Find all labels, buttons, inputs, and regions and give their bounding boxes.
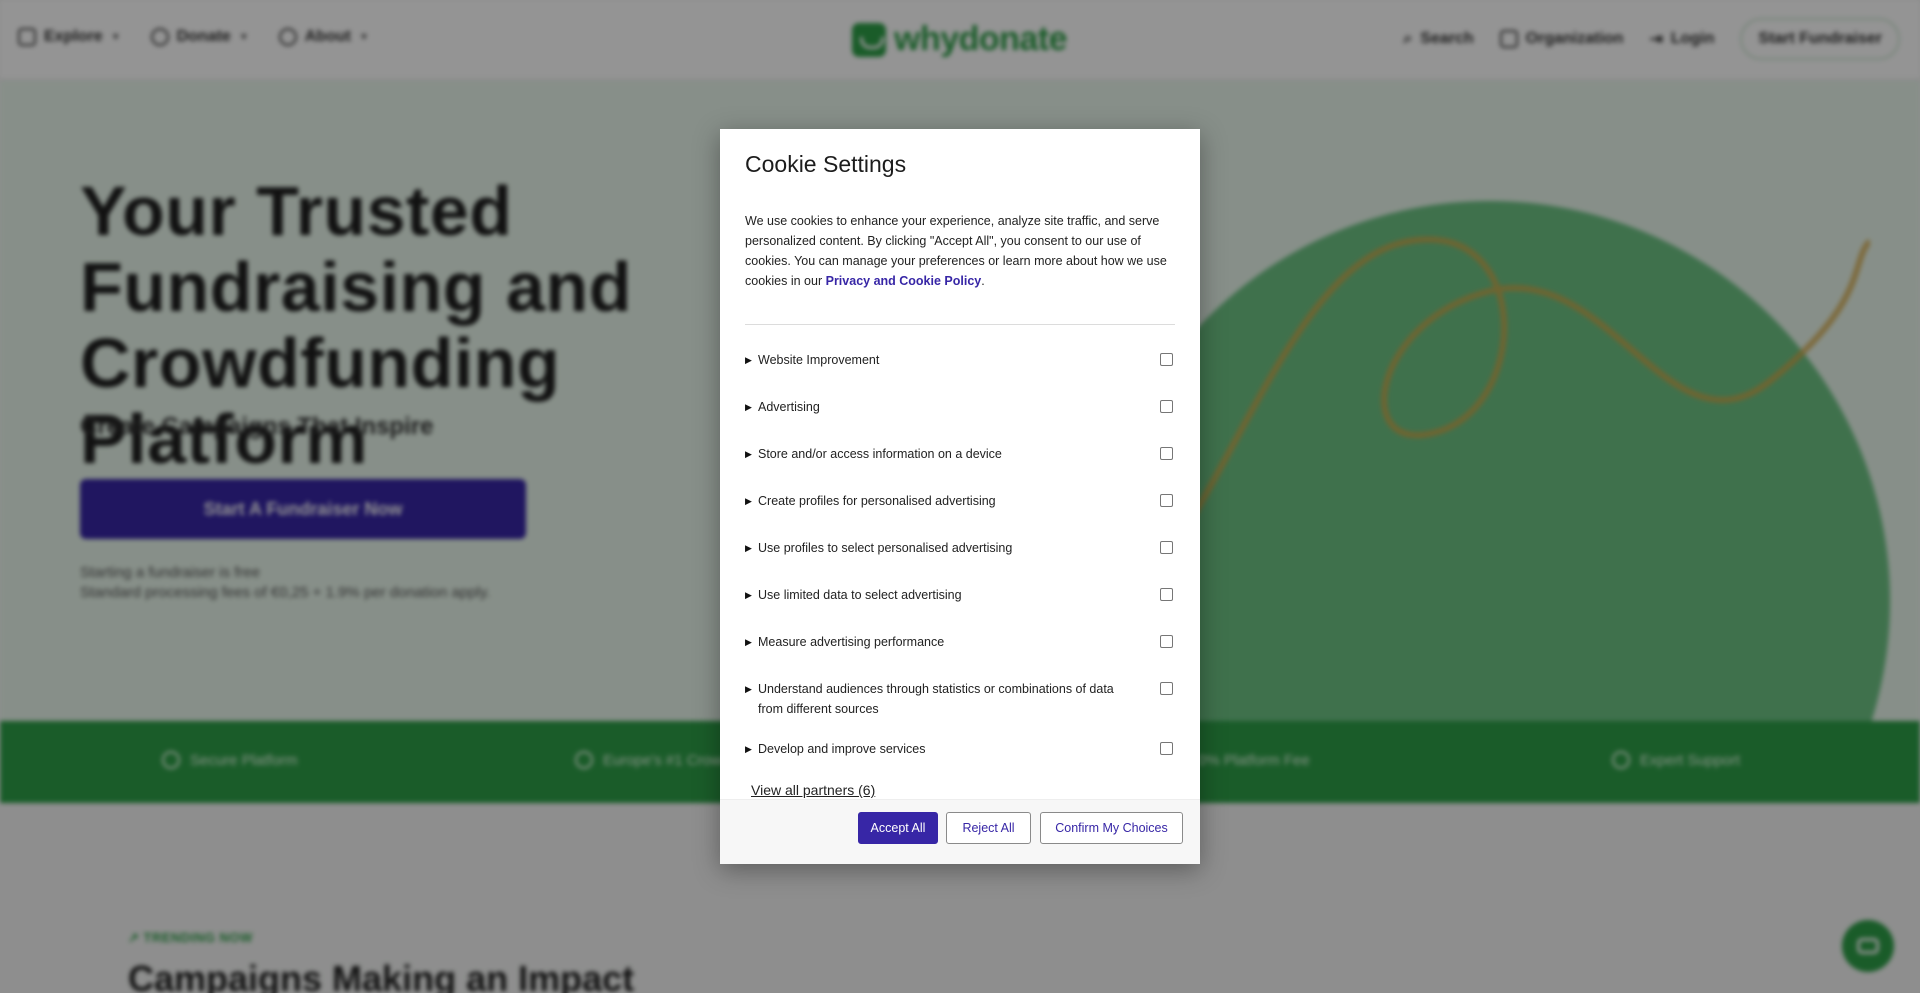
dialog-footer: Accept All Reject All Confirm My Choices <box>720 799 1200 864</box>
purpose-checkbox[interactable] <box>1160 742 1173 755</box>
triangle-right-icon: ▶ <box>745 449 752 459</box>
view-all-partners-link[interactable]: View all partners (6) <box>751 782 875 798</box>
purpose-label: Measure advertising performance <box>758 635 945 649</box>
purpose-label: Store and/or access information on a dev… <box>758 447 1002 461</box>
cookie-description: We use cookies to enhance your experienc… <box>745 214 1167 288</box>
purpose-summary[interactable]: ▶ Use limited data to select advertising <box>745 585 1140 605</box>
purpose-summary[interactable]: ▶ Use profiles to select personalised ad… <box>745 538 1140 558</box>
purpose-list: ▶ Website Improvement ▶ Advertising ▶ St… <box>745 350 1175 766</box>
purpose-row[interactable]: ▶ Use profiles to select personalised ad… <box>745 538 1175 565</box>
purpose-checkbox[interactable] <box>1160 353 1173 366</box>
triangle-right-icon: ▶ <box>745 637 752 647</box>
triangle-right-icon: ▶ <box>745 355 752 365</box>
purpose-summary[interactable]: ▶ Understand audiences through statistic… <box>745 679 1140 719</box>
triangle-right-icon: ▶ <box>745 543 752 553</box>
purpose-summary[interactable]: ▶ Website Improvement <box>745 350 1140 370</box>
purpose-row[interactable]: ▶ Advertising <box>745 397 1175 424</box>
purpose-row[interactable]: ▶ Use limited data to select advertising <box>745 585 1175 612</box>
accept-all-button[interactable]: Accept All <box>858 812 938 844</box>
purpose-row[interactable]: ▶ Develop and improve services <box>745 739 1175 766</box>
purpose-row[interactable]: ▶ Create profiles for personalised adver… <box>745 491 1175 518</box>
privacy-policy-link[interactable]: Privacy and Cookie Policy <box>826 274 982 288</box>
purpose-checkbox[interactable] <box>1160 588 1173 601</box>
confirm-my-choices-button[interactable]: Confirm My Choices <box>1040 812 1183 844</box>
purpose-label: Use profiles to select personalised adve… <box>758 541 1013 555</box>
reject-all-button[interactable]: Reject All <box>946 812 1031 844</box>
purpose-label: Create profiles for personalised adverti… <box>758 494 996 508</box>
purpose-row[interactable]: ▶ Website Improvement <box>745 350 1175 377</box>
triangle-right-icon: ▶ <box>745 684 752 694</box>
dialog-title: Cookie Settings <box>745 151 907 177</box>
purpose-summary[interactable]: ▶ Measure advertising performance <box>745 632 1140 652</box>
triangle-right-icon: ▶ <box>745 744 752 754</box>
purpose-checkbox[interactable] <box>1160 635 1173 648</box>
purpose-label: Develop and improve services <box>758 742 926 756</box>
purpose-summary[interactable]: ▶ Advertising <box>745 397 1140 417</box>
purpose-summary[interactable]: ▶ Develop and improve services <box>745 739 1140 759</box>
purpose-summary[interactable]: ▶ Store and/or access information on a d… <box>745 444 1140 464</box>
purpose-checkbox[interactable] <box>1160 541 1173 554</box>
purpose-label: Understand audiences through statistics … <box>758 682 1114 716</box>
purpose-label: Use limited data to select advertising <box>758 588 962 602</box>
purpose-label: Website Improvement <box>758 353 880 367</box>
purpose-row[interactable]: ▶ Measure advertising performance <box>745 632 1175 659</box>
purpose-label: Advertising <box>758 400 820 414</box>
divider <box>745 324 1175 325</box>
purpose-checkbox[interactable] <box>1160 400 1173 413</box>
purpose-row[interactable]: ▶ Understand audiences through statistic… <box>745 679 1175 719</box>
purpose-checkbox[interactable] <box>1160 682 1173 695</box>
triangle-right-icon: ▶ <box>745 496 752 506</box>
cookie-settings-dialog: Cookie Settings We use cookies to enhanc… <box>720 129 1200 864</box>
triangle-right-icon: ▶ <box>745 402 752 412</box>
purpose-checkbox[interactable] <box>1160 494 1173 507</box>
cookie-dialog-body: Cookie Settings We use cookies to enhanc… <box>720 129 1200 799</box>
purpose-row[interactable]: ▶ Store and/or access information on a d… <box>745 444 1175 471</box>
triangle-right-icon: ▶ <box>745 590 752 600</box>
purpose-summary[interactable]: ▶ Create profiles for personalised adver… <box>745 491 1140 511</box>
purpose-checkbox[interactable] <box>1160 447 1173 460</box>
